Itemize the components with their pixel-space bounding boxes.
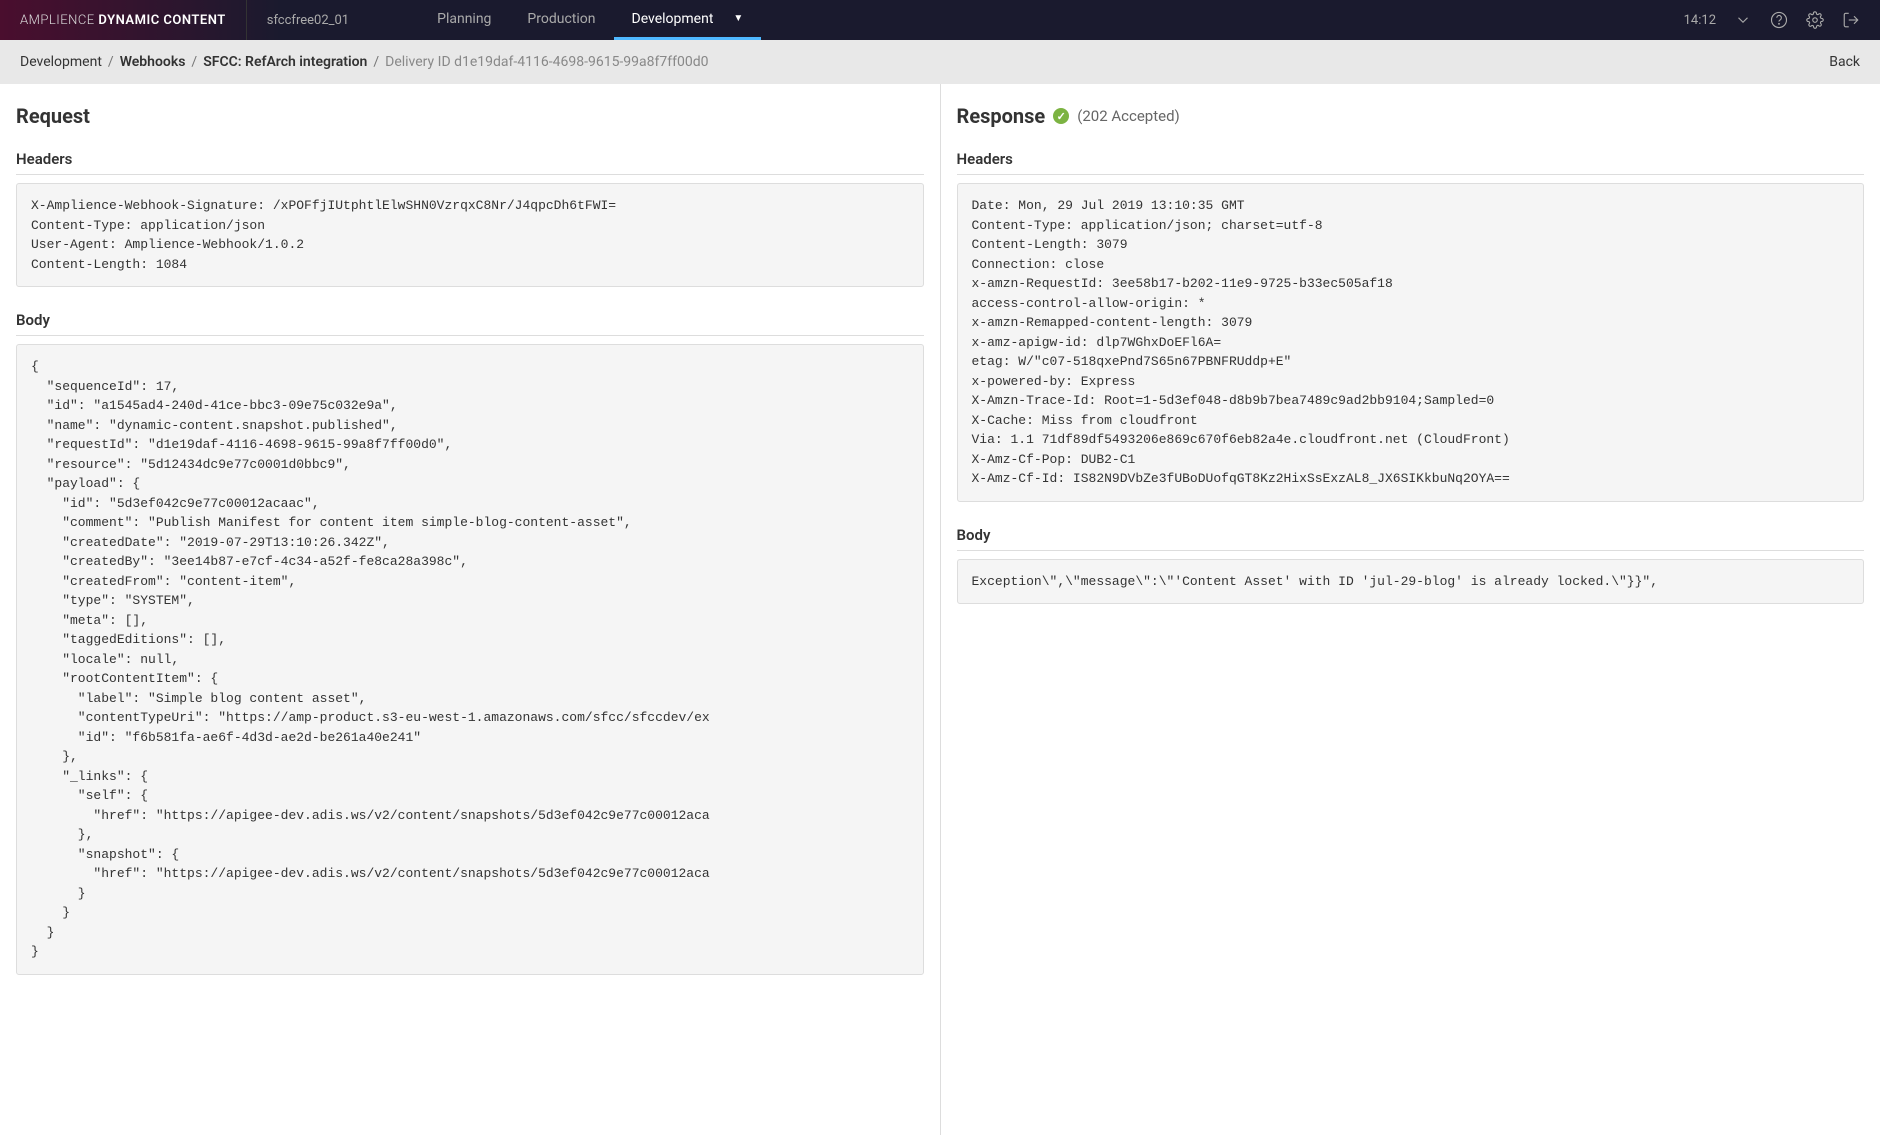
crumb-sep: / <box>191 54 197 70</box>
settings-icon[interactable] <box>1806 11 1824 29</box>
crumb-development[interactable]: Development <box>20 54 102 70</box>
nav-tab-production[interactable]: Production <box>509 0 613 40</box>
response-body-block[interactable]: Exception\",\"message\":\"'Content Asset… <box>957 559 1865 605</box>
nav-right: 14:12 <box>1684 11 1880 29</box>
response-headers-block[interactable]: Date: Mon, 29 Jul 2019 13:10:35 GMT Cont… <box>957 183 1865 502</box>
chevron-down-icon[interactable] <box>1734 11 1752 29</box>
response-status: (202 Accepted) <box>1077 107 1180 125</box>
request-body-heading: Body <box>16 311 924 336</box>
nav-tab-development-label: Development <box>632 11 714 27</box>
request-pane: Request Headers X-Amplience-Webhook-Sign… <box>0 84 941 1135</box>
crumb-sep: / <box>108 54 114 70</box>
response-body-heading: Body <box>957 526 1865 551</box>
crumb-webhooks[interactable]: Webhooks <box>120 54 186 70</box>
top-nav: AMPLIENCE DYNAMIC CONTENT sfccfree02_01 … <box>0 0 1880 40</box>
request-headers-heading: Headers <box>16 150 924 175</box>
breadcrumb-bar: Development / Webhooks / SFCC: RefArch i… <box>0 40 1880 84</box>
response-title: Response ✓ (202 Accepted) <box>957 104 1865 128</box>
nav-tab-planning[interactable]: Planning <box>419 0 509 40</box>
logout-icon[interactable] <box>1842 11 1860 29</box>
nav-tab-development[interactable]: Development ▼ <box>614 0 762 40</box>
breadcrumb: Development / Webhooks / SFCC: RefArch i… <box>20 54 709 70</box>
back-button[interactable]: Back <box>1829 54 1860 70</box>
hub-name[interactable]: sfccfree02_01 <box>246 0 369 40</box>
response-title-text: Response <box>957 104 1046 128</box>
help-icon[interactable] <box>1770 11 1788 29</box>
main-content: Request Headers X-Amplience-Webhook-Sign… <box>0 84 1880 1135</box>
request-headers-block[interactable]: X-Amplience-Webhook-Signature: /xPOFfjIU… <box>16 183 924 287</box>
clock-time: 14:12 <box>1684 13 1716 28</box>
crumb-integration[interactable]: SFCC: RefArch integration <box>203 54 367 70</box>
request-body-block[interactable]: { "sequenceId": 17, "id": "a1545ad4-240d… <box>16 344 924 975</box>
response-pane: Response ✓ (202 Accepted) Headers Date: … <box>941 84 1880 1135</box>
nav-tabs: Planning Production Development ▼ <box>419 0 761 40</box>
crumb-sep: / <box>373 54 379 70</box>
brand-light: AMPLIENCE <box>20 13 95 28</box>
success-badge-icon: ✓ <box>1053 108 1069 124</box>
brand-logo: AMPLIENCE DYNAMIC CONTENT <box>0 13 246 28</box>
crumb-delivery-id: Delivery ID d1e19daf-4116-4698-9615-99a8… <box>385 54 708 70</box>
brand-heavy: DYNAMIC CONTENT <box>98 13 225 28</box>
chevron-down-icon: ▼ <box>733 13 743 24</box>
response-headers-heading: Headers <box>957 150 1865 175</box>
request-title: Request <box>16 104 924 128</box>
